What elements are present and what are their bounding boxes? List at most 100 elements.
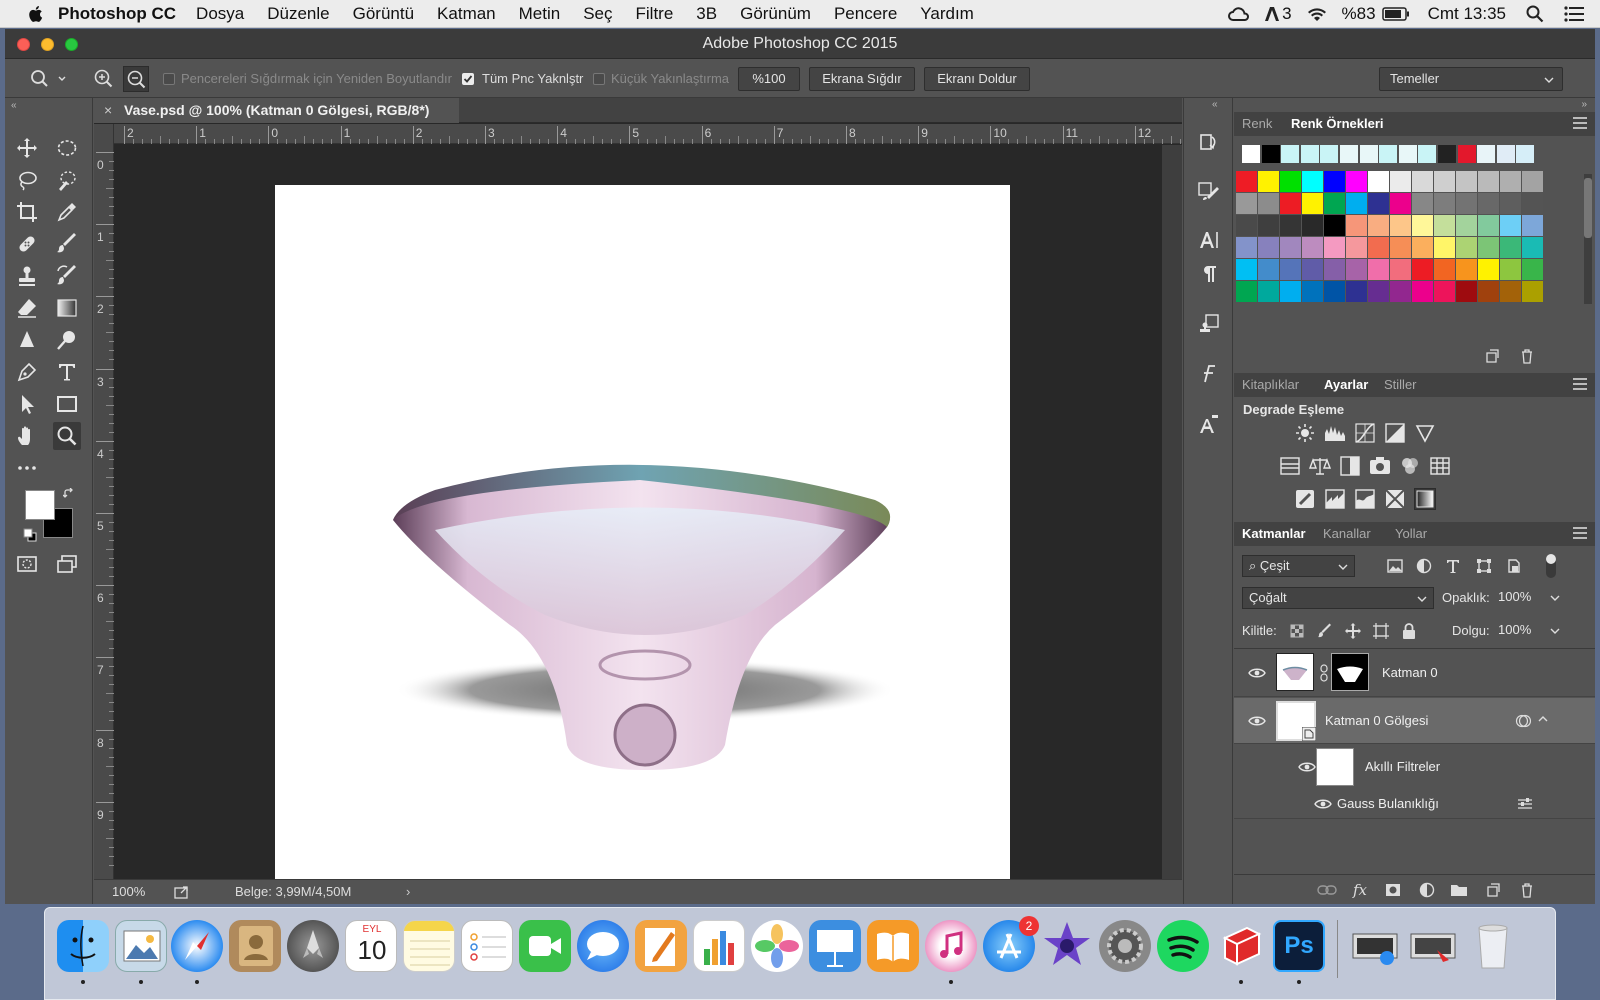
collapse-panels-icon[interactable]: » [1581,99,1587,110]
battery-icon[interactable] [1381,7,1410,21]
filter-type-layers-icon[interactable] [1442,555,1464,577]
notification-center-icon[interactable] [1564,6,1584,22]
swatch[interactable] [1236,237,1257,258]
smart-filters-row[interactable]: Akıllı Filtreler [1234,745,1595,789]
channel-mixer-icon[interactable] [1399,455,1421,477]
swatch[interactable] [1346,237,1367,258]
swatch[interactable] [1478,193,1499,214]
curves-icon[interactable] [1354,422,1376,444]
swatch[interactable] [1390,215,1411,236]
recent-swatch[interactable] [1261,145,1280,163]
itunes-icon[interactable] [925,920,977,972]
foreground-color-swatch[interactable] [25,490,55,520]
reminders-icon[interactable] [461,920,513,972]
menu-filtre[interactable]: Filtre [636,4,674,24]
brightness-contrast-icon[interactable] [1294,422,1316,444]
recent-swatch[interactable] [1438,145,1456,163]
crop-tool-icon[interactable] [13,198,41,226]
swatch[interactable] [1390,193,1411,214]
documents-stack-icon[interactable] [1407,920,1459,972]
hand-tool-icon[interactable] [13,422,41,450]
menu-gorunum[interactable]: Görünüm [740,4,811,24]
menu-3b[interactable]: 3B [696,4,717,24]
recent-swatch[interactable] [1359,145,1378,163]
swatch[interactable] [1324,193,1345,214]
swatch[interactable] [1302,259,1323,280]
opacity-field[interactable]: 100% [1492,587,1562,609]
swatch[interactable] [1478,259,1499,280]
adobe-notification-icon[interactable]: 3 [1264,4,1292,24]
recent-swatch[interactable] [1281,145,1300,163]
preview-icon[interactable] [115,920,167,972]
recent-swatch[interactable] [1379,145,1398,163]
clock[interactable]: Cmt 13:35 [1428,4,1506,24]
filter-row-gauss[interactable]: Gauss Bulanıklığı [1234,789,1595,819]
recent-swatch[interactable] [1496,145,1515,163]
layer-style-fx-icon[interactable]: fx [1349,879,1371,901]
tab-stiller[interactable]: Stiller [1384,377,1417,392]
filter-blending-options-icon[interactable] [1517,797,1533,811]
keynote-icon[interactable] [809,920,861,972]
numbers-icon[interactable] [693,920,745,972]
new-layer-icon[interactable] [1482,879,1504,901]
zoom-out-icon[interactable] [123,66,149,92]
eyedropper-tool-icon[interactable] [53,198,81,226]
system-preferences-icon[interactable] [1099,920,1151,972]
spot-healing-brush-icon[interactable] [13,230,41,258]
swatch[interactable] [1412,215,1433,236]
lock-pixels-icon[interactable] [1314,620,1336,642]
swatch[interactable] [1346,259,1367,280]
spotlight-icon[interactable] [1526,5,1544,23]
smart-filter-mask-thumbnail[interactable] [1316,748,1354,786]
path-selection-tool-icon[interactable] [13,390,41,418]
new-swatch-icon[interactable] [1484,348,1500,364]
swatch[interactable] [1368,237,1389,258]
brush-tool-icon[interactable] [53,230,81,258]
zoom-percent-field[interactable]: %100 [738,67,800,91]
document-size[interactable]: Belge: 3,99M/4,50M [235,880,351,904]
delete-layer-icon[interactable] [1516,879,1538,901]
swatch[interactable] [1522,281,1543,302]
layer-mask-thumbnail[interactable] [1331,653,1369,691]
zoom-level[interactable]: 100% [112,880,145,904]
blend-mode-select[interactable]: Çoğalt [1242,587,1434,609]
app-menu-title[interactable]: Photoshop CC [58,4,176,24]
layer-filter-kind[interactable]: ⌕ Çeşit [1242,555,1355,577]
history-panel-icon[interactable] [1194,128,1224,156]
recent-swatch[interactable] [1516,145,1535,163]
swatch[interactable] [1390,237,1411,258]
fill-screen-button[interactable]: Ekranı Doldur [924,67,1030,91]
swatch[interactable] [1302,281,1323,302]
tab-yollar[interactable]: Yollar [1395,526,1427,541]
elliptical-marquee-tool-icon[interactable] [53,134,81,162]
swatch[interactable] [1280,193,1301,214]
share-icon[interactable] [174,885,190,899]
selective-color-icon[interactable] [1384,488,1406,510]
menu-metin[interactable]: Metin [519,4,561,24]
layer-name[interactable]: Katman 0 [1382,665,1438,680]
workspace-switcher[interactable]: Temeller [1379,67,1563,91]
color-lookup-icon[interactable] [1429,455,1451,477]
swatch[interactable] [1346,171,1367,192]
swatch[interactable] [1236,281,1257,302]
swatch[interactable] [1412,259,1433,280]
swatch[interactable] [1456,259,1477,280]
swatch[interactable] [1258,281,1279,302]
history-brush-tool-icon[interactable] [53,262,81,290]
zoom-in-icon[interactable] [91,66,117,92]
lock-position-icon[interactable] [1342,620,1364,642]
swatch[interactable] [1368,259,1389,280]
swatch[interactable] [1258,215,1279,236]
facetime-icon[interactable] [519,920,571,972]
quick-mask-icon[interactable] [13,550,41,578]
status-menu-arrow[interactable]: › [406,880,410,904]
swatch[interactable] [1434,259,1455,280]
fill-field[interactable]: 100% [1492,620,1562,642]
rectangle-tool-icon[interactable] [53,390,81,418]
layer-row-katman-0[interactable]: Katman 0 [1234,649,1595,697]
swatch[interactable] [1478,237,1499,258]
screen-mode-icon[interactable] [53,550,81,578]
swatch[interactable] [1434,171,1455,192]
fit-screen-button[interactable]: Ekrana Sığdır [809,67,915,91]
vibrance-icon[interactable] [1414,422,1436,444]
